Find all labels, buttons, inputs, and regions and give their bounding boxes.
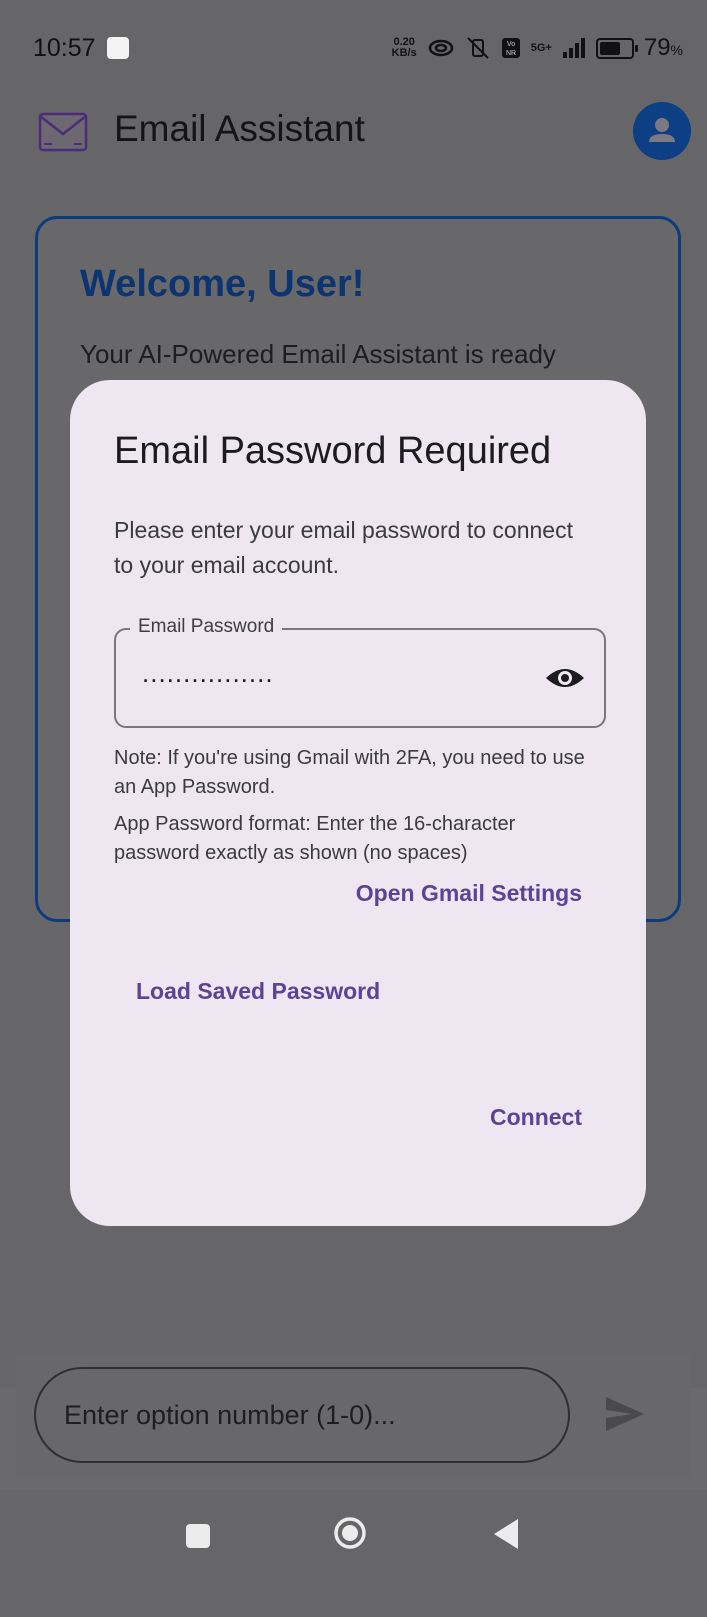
app-title: Email Assistant — [114, 108, 365, 149]
svg-text:NR: NR — [506, 50, 516, 57]
notification-icon — [107, 37, 129, 59]
email-password-value[interactable]: ................ — [142, 658, 274, 689]
battery-icon — [595, 37, 638, 59]
send-icon[interactable] — [604, 1395, 646, 1433]
battery-percent-unit: % — [670, 42, 683, 58]
system-nav-bar — [0, 1490, 707, 1617]
volte-icon: Vo NR — [501, 38, 520, 58]
back-icon[interactable] — [492, 1517, 520, 1551]
connect-button[interactable]: Connect — [490, 1104, 582, 1131]
dialog-title: Email Password Required — [114, 430, 552, 472]
battery-fill — [599, 41, 621, 55]
signal-icon — [562, 38, 585, 58]
account-icon — [649, 118, 675, 142]
svg-text:Vo: Vo — [507, 41, 515, 48]
option-number-input[interactable] — [34, 1367, 570, 1463]
email-password-label: Email Password — [130, 616, 283, 638]
email-envelope-icon — [38, 112, 88, 152]
app-password-format-note: App Password format: Enter the 16-charac… — [114, 813, 516, 864]
app-bar: Email Assistant — [0, 88, 707, 188]
network-type: 5G+ — [530, 41, 552, 54]
account-avatar-button[interactable] — [633, 102, 691, 160]
net-speed: 0.20 KB/s — [392, 37, 417, 59]
eye-icon[interactable] — [544, 660, 586, 696]
battery-percent: 79% — [644, 34, 683, 62]
home-icon[interactable] — [333, 1516, 367, 1550]
chat-input-bar — [16, 1353, 691, 1479]
recents-icon[interactable] — [186, 1524, 210, 1548]
open-gmail-settings-button[interactable]: Open Gmail Settings — [356, 880, 582, 907]
app-password-note: Note: If you're using Gmail with 2FA, yo… — [114, 747, 585, 798]
net-speed-unit: KB/s — [391, 47, 417, 59]
status-time: 10:57 — [33, 34, 96, 62]
dialog-body: Please enter your email password to conn… — [114, 517, 573, 578]
vibrate-off-icon — [467, 37, 489, 59]
email-password-field[interactable]: Email Password ................ — [114, 616, 606, 728]
battery-percent-value: 79 — [643, 34, 671, 61]
load-saved-password-button[interactable]: Load Saved Password — [136, 978, 380, 1005]
welcome-subtitle: Your AI-Powered Email Assistant is ready — [80, 339, 556, 369]
email-password-dialog: Email Password Required Please enter you… — [70, 380, 646, 1226]
link-icon — [428, 39, 453, 57]
status-icons: 0.20 KB/s Vo NR 5G+ 79% — [392, 34, 683, 62]
welcome-title: Welcome, User! — [80, 263, 365, 305]
status-bar: 10:57 0.20 KB/s Vo NR 5G+ 79% — [0, 0, 707, 88]
